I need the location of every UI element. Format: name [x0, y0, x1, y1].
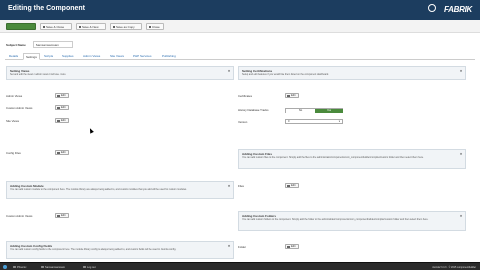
- taskbar-item-phoenix[interactable]: Phoenix: [12, 265, 26, 270]
- app-icon: [41, 265, 44, 269]
- setting-certifications-panel: Setting Certifications Setup and edit fe…: [238, 66, 466, 80]
- edit-custom-module-button[interactable]: Edit: [55, 213, 69, 218]
- dismiss-icon[interactable]: ×: [460, 214, 462, 218]
- edit-admin-views-button[interactable]: Edit: [55, 93, 69, 98]
- system-tray: Joomla! 3.4.3 · © 2015 componentbuilder: [432, 265, 476, 269]
- edit-icon: [57, 95, 60, 98]
- edit-config-files-button[interactable]: Edit: [55, 150, 69, 155]
- toolbar: Save & Close Save & New Save as Copy Clo…: [0, 20, 480, 33]
- edit-icon: [57, 120, 60, 123]
- edit-certificates-button[interactable]: Edit: [285, 93, 299, 98]
- close-icon: [148, 25, 151, 28]
- check-icon: [42, 25, 45, 28]
- mouse-cursor-icon: [88, 127, 94, 134]
- files-label: Files: [238, 184, 244, 188]
- panel-text: You can add custom folders to the compon…: [242, 218, 429, 221]
- logout-icon: [83, 265, 86, 269]
- edit-site-views-button[interactable]: Edit: [55, 118, 69, 123]
- panel-text: You can add custom files to the componen…: [242, 156, 424, 159]
- folder-label: Folder: [238, 245, 246, 249]
- tab-bar: Details Settings Scripts Supplies Admin …: [5, 52, 475, 60]
- dismiss-icon[interactable]: ×: [228, 69, 230, 73]
- site-views-label: Site Views: [6, 119, 20, 123]
- tab-admin-views[interactable]: Admin Views: [81, 53, 102, 60]
- edit-icon: [57, 152, 60, 155]
- toggle-no[interactable]: No: [286, 109, 315, 113]
- toggle-yes[interactable]: Yes: [315, 109, 343, 113]
- tab-details[interactable]: Details: [7, 53, 20, 60]
- subject-field: Subject Name Samsamsamsam: [6, 41, 73, 48]
- start-icon: [3, 264, 7, 269]
- custom-admin-module-label: Custom Admin Views: [6, 214, 33, 218]
- tab-settings[interactable]: Settings: [23, 53, 40, 60]
- admin-views-label: Admin Views: [6, 94, 23, 98]
- config-files-label: Config Files: [6, 151, 21, 155]
- dismiss-icon[interactable]: ×: [460, 152, 462, 156]
- start-button[interactable]: [3, 264, 8, 270]
- taskbar-item-samsam[interactable]: Samsamsamsam: [40, 265, 65, 270]
- dismiss-icon[interactable]: ×: [460, 69, 462, 73]
- tab-site-views[interactable]: Site Views: [108, 53, 126, 60]
- edit-icon: [287, 95, 290, 98]
- panel-text: Setup and edit features if you would lik…: [242, 73, 329, 76]
- certificates-label: Certificates: [238, 94, 252, 98]
- version-label: Version: [238, 120, 248, 124]
- save-close-button[interactable]: Save & Close: [40, 22, 72, 30]
- tab-php-services[interactable]: PHP Services: [131, 53, 153, 60]
- edit-icon: [287, 185, 290, 188]
- custom-admin-views-label: Custom Admin Views: [6, 106, 33, 110]
- edit-icon: [57, 107, 60, 110]
- edit-folder-button[interactable]: Edit: [285, 244, 299, 249]
- edit-icon: [57, 215, 60, 218]
- app-icon: [13, 265, 16, 269]
- brand-logo: FABRIK: [444, 5, 472, 14]
- setting-views-panel: Setting Views Set and edit the views / a…: [6, 66, 234, 80]
- save-new-button[interactable]: Save & New: [76, 22, 106, 30]
- edit-files-button[interactable]: Edit: [285, 183, 299, 188]
- tab-supplies[interactable]: Supplies: [60, 53, 76, 60]
- custom-folders-panel: Adding Custom Folders You can add custom…: [238, 211, 466, 231]
- brand-logo-icon: [428, 4, 436, 12]
- tab-publishing[interactable]: Publishing: [160, 53, 178, 60]
- copy-icon: [112, 25, 115, 28]
- subject-input[interactable]: Samsamsamsam: [32, 41, 73, 48]
- taskbar: Phoenix Samsamsamsam Log out Joomla! 3.4…: [0, 262, 480, 270]
- custom-config-panel: Adding Custom Config Fields You can add …: [6, 241, 234, 259]
- panel-text: You can add custom config fields to the …: [10, 248, 177, 251]
- edit-icon: [287, 246, 290, 249]
- version-select[interactable]: 0 ▾: [285, 119, 343, 124]
- close-button[interactable]: Close: [146, 22, 164, 30]
- history-toggle[interactable]: No Yes: [285, 108, 343, 113]
- tab-scripts[interactable]: Scripts: [42, 53, 55, 60]
- save-copy-button[interactable]: Save as Copy: [110, 22, 142, 30]
- panel-text: You can add custom module to the compone…: [10, 188, 187, 191]
- dismiss-icon[interactable]: ×: [228, 184, 230, 188]
- dismiss-icon[interactable]: ×: [228, 244, 230, 248]
- taskbar-item-logout[interactable]: Log out: [82, 265, 96, 270]
- edit-custom-admin-views-button[interactable]: Edit: [55, 105, 69, 110]
- custom-module-panel: Adding Custom Module You can add custom …: [6, 181, 234, 199]
- custom-files-panel: Adding Custom Files You can add custom f…: [238, 149, 466, 169]
- subject-label: Subject Name: [6, 42, 26, 47]
- panel-text: Set and edit the views / admin views it …: [10, 73, 66, 76]
- plus-icon: [78, 25, 81, 28]
- page-title: Editing the Component: [8, 5, 85, 12]
- save-button[interactable]: [6, 22, 36, 30]
- chevron-down-icon: ▾: [338, 120, 340, 123]
- admin-header: Editing the Component FABRIK: [0, 0, 480, 20]
- history-label: History Database Tracks: [238, 108, 269, 112]
